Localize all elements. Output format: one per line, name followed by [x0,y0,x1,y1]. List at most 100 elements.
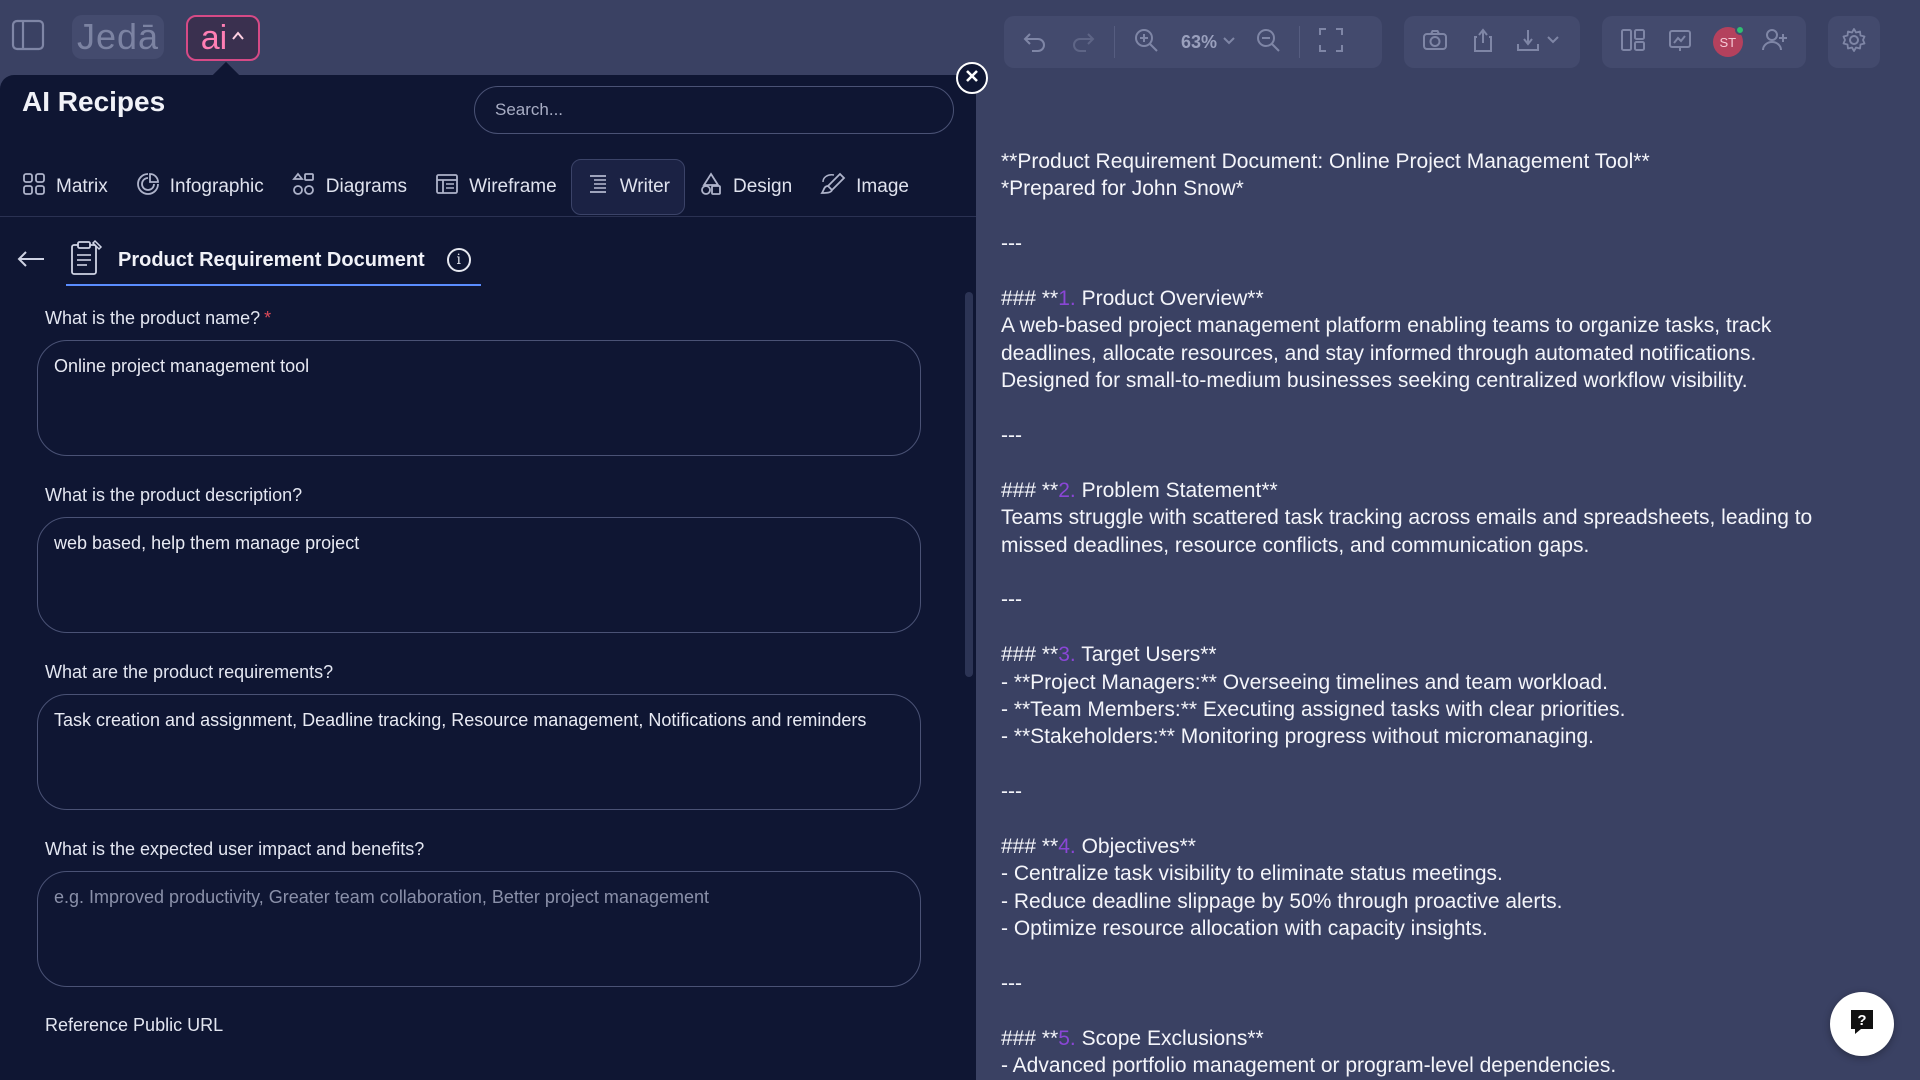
svg-text:?: ? [1857,1012,1866,1029]
tab-label: Matrix [56,176,108,197]
field-label-reference-url: Reference Public URL [45,1015,224,1035]
field-label-product-name: What is the product name? * [45,308,271,329]
document-title: **Product Requirement Document: Online P… [1001,150,1650,173]
section-heading: ### **3. Target Users** [1001,641,1881,668]
zoom-level-dropdown[interactable]: 63% [1173,32,1241,53]
body-line: deadlines, allocate resources, and stay … [1001,341,1757,365]
tab-infographic[interactable]: Infographic [122,159,278,215]
sidebar-toggle-button[interactable] [8,17,48,57]
diagram-icon [291,172,316,202]
redo-button[interactable] [1062,21,1104,63]
tab-label: Wireframe [469,176,557,197]
tab-image[interactable]: Image [806,159,923,215]
section-heading: ### **2. Problem Statement** [1001,477,1881,504]
fit-to-screen-button[interactable] [1310,21,1352,63]
presentation-icon [1666,26,1694,59]
zoom-out-icon [1254,26,1282,59]
product-name-field[interactable]: Online project management tool [37,340,921,456]
section-title: Problem Statement** [1075,478,1278,502]
heading-prefix: ### ** [1001,835,1059,859]
online-status-dot [1734,25,1745,35]
wireframe-icon [435,172,459,202]
layout-button[interactable] [1612,21,1654,63]
logo-text: Jedā [76,16,160,57]
section-number: 3. [1058,643,1076,667]
settings-group [1828,16,1880,68]
chevron-down-icon [1221,32,1237,53]
section-title: Product Overview** [1075,287,1264,310]
help-button[interactable]: ? [1830,992,1894,1056]
zoom-in-button[interactable] [1125,21,1167,63]
undo-button[interactable] [1014,21,1056,63]
add-user-icon [1761,26,1789,59]
user-impact-field[interactable] [37,871,921,987]
recipe-title: Product Requirement Document [118,248,425,271]
screenshot-button[interactable] [1414,21,1456,63]
ai-badge-text: ai [200,19,228,57]
body-line: - **Project Managers:** Overseeing timel… [1001,670,1608,694]
export-tools-group [1404,16,1580,68]
present-button[interactable] [1660,21,1702,63]
zoom-out-button[interactable] [1247,21,1289,63]
tab-writer[interactable]: Writer [570,159,685,215]
body-line: - Reduce deadline slippage by 50% throug… [1001,889,1563,913]
section-number: 2. [1058,478,1076,502]
heading-prefix: ### ** [1001,478,1059,502]
layout-columns-icon [1619,26,1647,59]
body-line: A web-based project management platform … [1001,314,1772,338]
body-line: Teams struggle with scattered task track… [1001,506,1813,530]
body-line: - **Stakeholders:** Monitoring progress … [1001,725,1594,749]
share-button[interactable] [1462,21,1504,63]
app-logo[interactable]: Jedā [72,15,164,59]
grid-icon [22,172,46,202]
panel-scrollbar[interactable] [965,292,973,677]
field-label-product-requirements: What are the product requirements? [45,662,334,682]
gear-icon [1840,26,1868,59]
avatar: ST [1712,25,1745,57]
tab-design[interactable]: Design [685,159,806,215]
section-title: Scope Exclusions** [1075,1026,1264,1050]
add-user-button[interactable] [1755,21,1797,63]
brush-icon [820,172,846,202]
product-requirements-field[interactable]: Task creation and assignment, Deadline t… [37,694,921,810]
chart-icon [136,172,160,202]
arrow-left-icon [16,249,46,274]
info-icon[interactable]: i [446,248,471,272]
tab-label: Diagrams [325,176,408,197]
tab-label: Infographic [169,176,264,197]
download-button[interactable] [1510,21,1566,63]
settings-button[interactable] [1833,21,1875,63]
field-label-product-description: What is the product description? [45,485,303,505]
user-avatar-button[interactable]: ST [1707,21,1749,63]
recipe-category-tabs: Matrix Infographic Diagrams Wireframe Wr… [0,158,976,216]
tab-label: Design [733,176,793,197]
field-label-text: What is the product name? [45,308,261,328]
tab-label: Image [856,176,909,197]
required-asterisk: * [264,308,272,328]
back-button[interactable] [14,244,48,278]
horizontal-rule: --- [1001,972,1022,996]
camera-icon [1421,26,1449,59]
body-line: - Centralize task visibility to eliminat… [1001,862,1503,886]
avatar-initials: ST [1719,34,1737,50]
horizontal-rule: --- [1001,780,1022,804]
heading-prefix: ### ** [1001,643,1059,667]
tab-wireframe[interactable]: Wireframe [421,159,571,215]
panel-title: AI Recipes [22,86,166,117]
tab-diagrams[interactable]: Diagrams [278,159,421,215]
tab-matrix[interactable]: Matrix [8,159,122,215]
toolbar-divider [1114,26,1115,58]
sidebar-panel-icon [10,17,46,58]
recipe-title-tab: Product Requirement Document i [66,236,481,286]
canvas-tools-group: 63% [1004,16,1382,68]
search-input[interactable] [474,86,954,134]
body-line: Designed for small-to-medium businesses … [1001,369,1748,393]
section-heading: ### **1. Product Overview** [1001,285,1881,312]
close-icon [964,68,980,89]
ai-menu-button[interactable]: ai [186,15,260,61]
heading-prefix: ### ** [1001,287,1059,310]
product-description-field[interactable]: web based, help them manage project [37,517,921,633]
section-number: 4. [1058,835,1076,859]
section-title: Target Users** [1075,643,1217,667]
close-panel-button[interactable] [956,62,988,94]
